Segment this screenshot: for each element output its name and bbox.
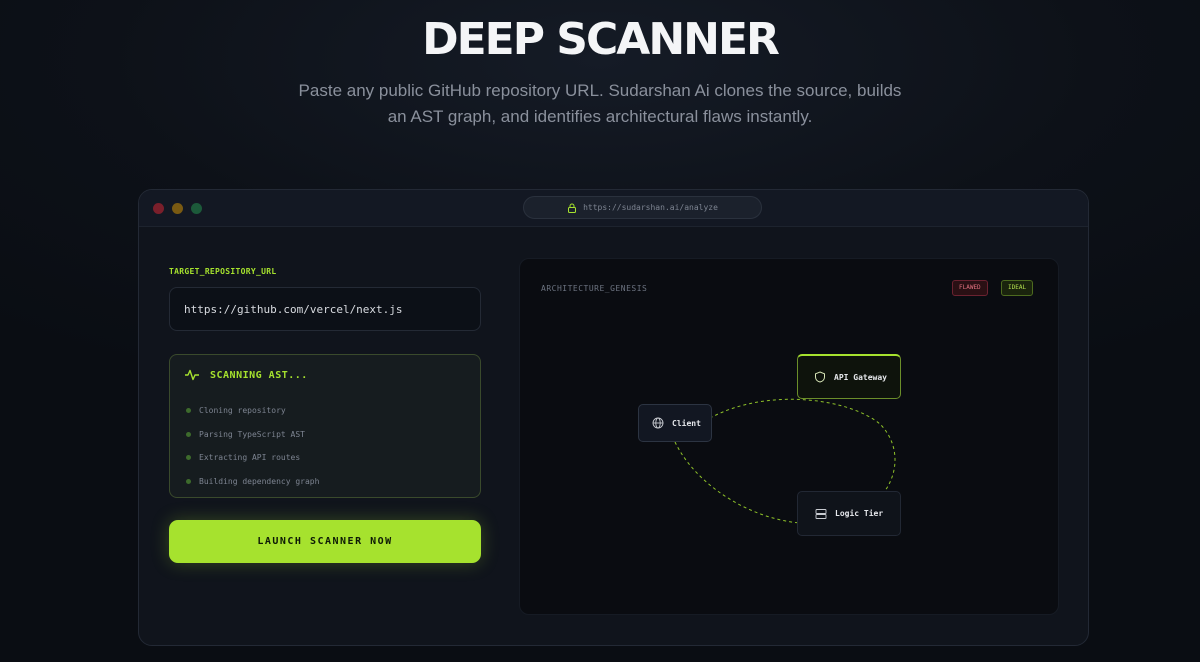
step-label: Cloning repository [199, 406, 286, 416]
api-gateway-node-label: API Gateway [834, 372, 887, 382]
activity-pulse-icon [185, 369, 199, 381]
launch-scanner-button[interactable]: LAUNCH SCANNER NOW [169, 520, 481, 563]
api-gateway-node[interactable]: API Gateway [797, 354, 901, 399]
step-dot [186, 455, 191, 461]
logic-tier-node-label: Logic Tier [835, 509, 884, 518]
architecture-panel: ARCHITECTURE_GENESIS FLAWED IDEAL Client… [519, 258, 1059, 615]
maximize-window-dot[interactable] [191, 203, 202, 214]
step-label: Extracting API routes [199, 453, 301, 463]
list-item: Cloning repository [186, 399, 319, 423]
lock-icon [568, 203, 577, 213]
scan-status-panel: SCANNING AST... Cloning repository Parsi… [169, 354, 481, 498]
logic-tier-node[interactable]: Logic Tier [797, 491, 901, 536]
scan-status-text: SCANNING AST... [210, 369, 308, 381]
step-dot [186, 478, 191, 484]
scan-status-header: SCANNING AST... [184, 369, 308, 381]
browser-titlebar: https://sudarshan.ai/analyze [139, 190, 1088, 227]
step-label: Parsing TypeScript AST [199, 429, 305, 439]
page-subtitle: Paste any public GitHub repository URL. … [298, 81, 902, 126]
address-bar-url: https://sudarshan.ai/analyze [583, 203, 718, 212]
page-title: DEEP SCANNER [422, 14, 780, 65]
list-item: Building dependency graph [186, 470, 319, 494]
browser-window: https://sudarshan.ai/analyze TARGET_REPO… [138, 189, 1089, 646]
shield-icon [815, 371, 825, 383]
list-item: Extracting API routes [186, 446, 319, 470]
client-node[interactable]: Client [638, 404, 712, 442]
step-dot [186, 408, 191, 414]
repo-url-input[interactable] [169, 287, 481, 331]
scan-steps-list: Cloning repository Parsing TypeScript AS… [186, 399, 319, 493]
globe-icon [652, 417, 664, 429]
repo-url-label: TARGET_REPOSITORY_URL [169, 267, 277, 276]
step-dot [186, 431, 191, 437]
address-bar[interactable]: https://sudarshan.ai/analyze [523, 196, 762, 219]
step-label: Building dependency graph [199, 476, 320, 486]
server-icon [815, 508, 827, 519]
close-window-dot[interactable] [153, 203, 164, 214]
minimize-window-dot[interactable] [172, 203, 183, 214]
architecture-connections [674, 398, 896, 524]
list-item: Parsing TypeScript AST [186, 423, 319, 447]
client-node-label: Client [672, 418, 701, 428]
